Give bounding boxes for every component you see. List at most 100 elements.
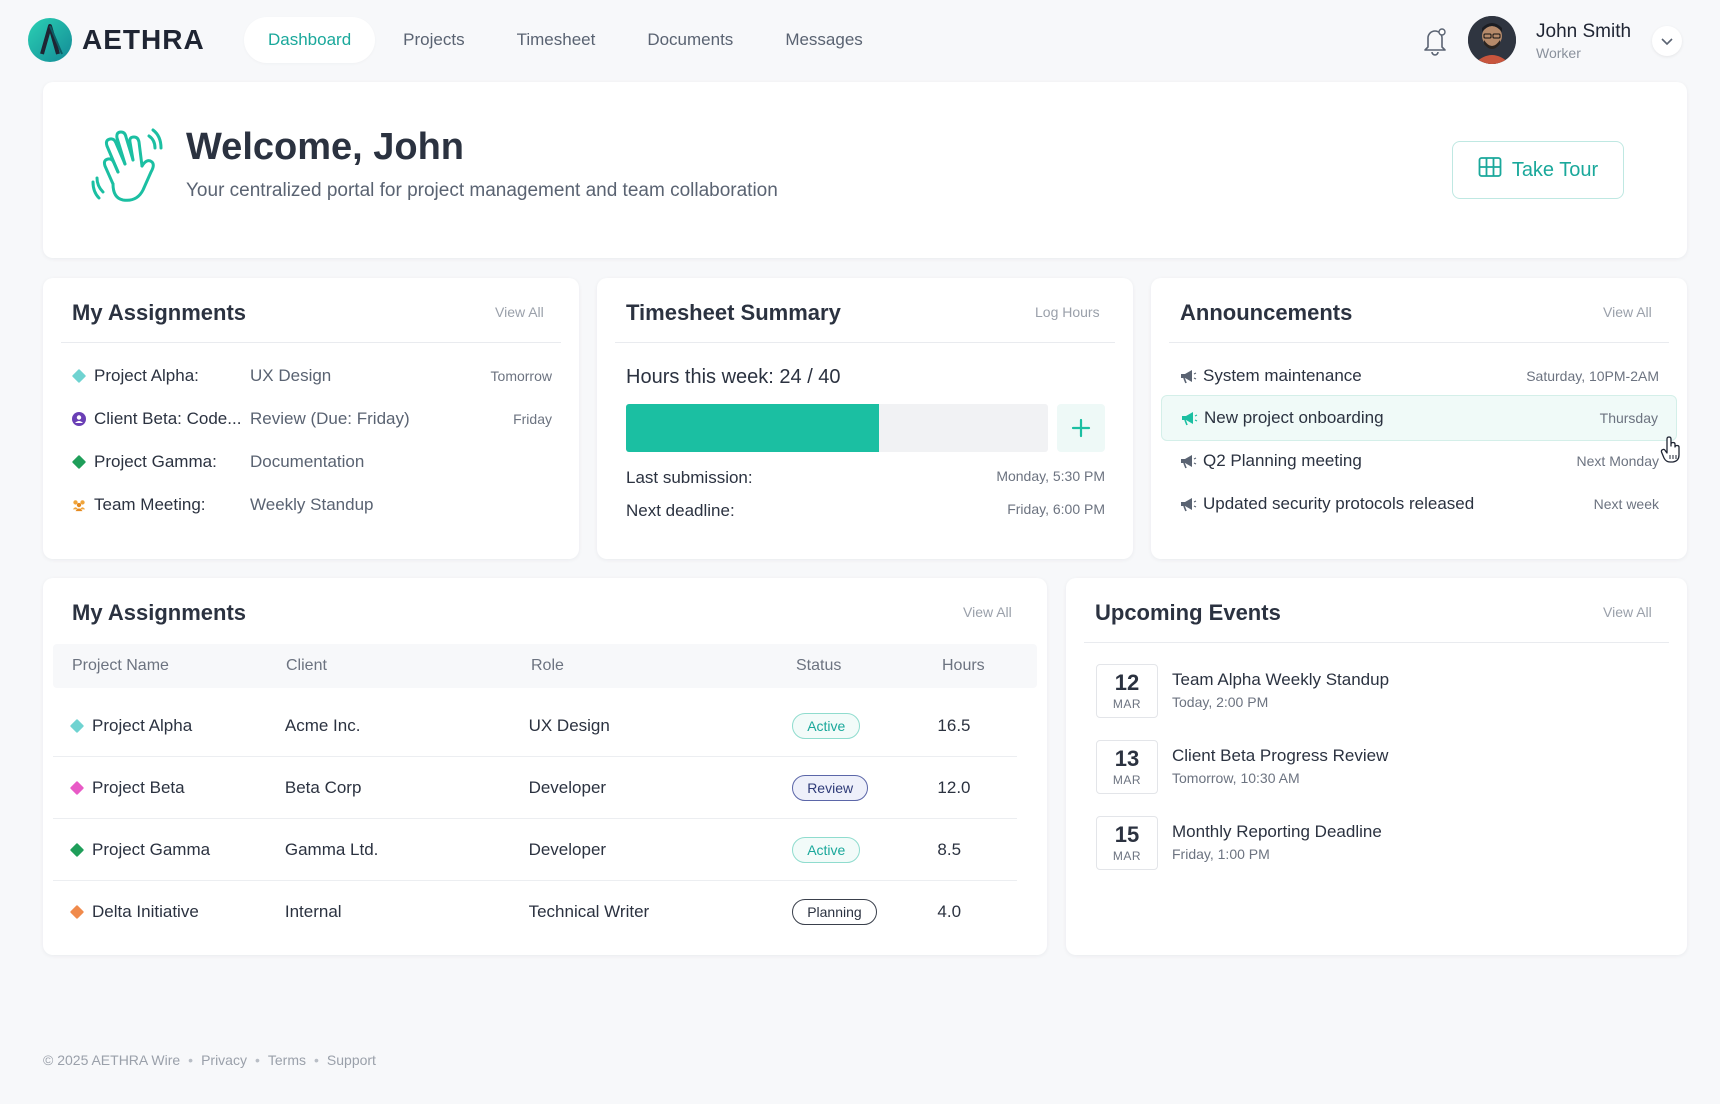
project-cell: Project Gamma (53, 840, 285, 860)
event-month: MAR (1112, 773, 1142, 787)
project-cell: Project Alpha (53, 716, 285, 736)
diamond-icon (69, 718, 85, 733)
team-icon (72, 498, 86, 512)
event-item[interactable]: 12 MAR Team Alpha Weekly Standup Today, … (1096, 664, 1656, 718)
avatar[interactable] (1468, 16, 1516, 64)
event-date: 12 MAR (1096, 664, 1158, 718)
assignments-table-card: My Assignments View All Project Name Cli… (43, 578, 1047, 955)
my-assignments-card: My Assignments View All Project Alpha: U… (43, 278, 579, 559)
plus-icon[interactable] (1057, 404, 1105, 452)
hours-this-week: Hours this week: 24 / 40 (626, 366, 841, 388)
announcement-text: Updated security protocols released (1203, 494, 1475, 513)
assignment-name: Client Beta: Code... (94, 409, 242, 428)
brand[interactable]: AETHRA (28, 18, 205, 62)
waving-hand-icon (91, 126, 163, 206)
status-cell: Planning (792, 899, 937, 925)
separator: • (188, 1052, 194, 1068)
table-row[interactable]: Project Beta Beta Corp Developer Review … (53, 757, 1017, 819)
status-badge: Active (792, 712, 861, 739)
column-header[interactable]: Role (531, 657, 796, 675)
project-cell: Delta Initiative (53, 902, 285, 922)
project-cell: Project Beta (53, 778, 285, 798)
role-cell: Technical Writer (528, 902, 650, 921)
announcement-text: System maintenance (1203, 366, 1362, 385)
list-item[interactable]: Project Alpha: UX Design Tomorrow (71, 361, 552, 391)
announcement-text: New project onboarding (1204, 408, 1384, 427)
announcement-time: Next week (1593, 496, 1659, 512)
event-day: 13 (1114, 746, 1140, 771)
event-item[interactable]: 15 MAR Monthly Reporting Deadline Friday… (1096, 816, 1656, 870)
assignment-task: Weekly Standup (250, 495, 374, 514)
assignment-due: Tomorrow (490, 368, 552, 384)
event-time: Friday, 1:00 PM (1172, 846, 1270, 862)
project-name: Project Alpha (92, 715, 193, 735)
bell-icon[interactable] (1420, 24, 1450, 56)
user-role: Worker (1536, 45, 1581, 61)
event-date: 15 MAR (1096, 816, 1158, 870)
next-deadline-row: Next deadline: Friday, 6:00 PM (626, 501, 1105, 521)
chevron-down-icon[interactable] (1652, 26, 1682, 56)
nav-dashboard[interactable]: Dashboard (244, 17, 376, 63)
event-item[interactable]: 13 MAR Client Beta Progress Review Tomor… (1096, 740, 1656, 794)
announcements-card: Announcements View All System maintenanc… (1151, 278, 1687, 559)
view-all-link[interactable]: View All (963, 604, 1012, 620)
take-tour-button[interactable]: Take Tour (1452, 141, 1624, 199)
table-row[interactable]: Project Alpha Acme Inc. UX Design Active… (53, 695, 1017, 757)
megaphone-icon (1179, 368, 1197, 384)
welcome-banner: Welcome, John Your centralized portal fo… (43, 82, 1687, 258)
status-cell: Review (792, 774, 937, 801)
announcement-text: Q2 Planning meeting (1203, 451, 1362, 470)
take-tour-label: Take Tour (1511, 158, 1599, 181)
view-all-link[interactable]: View All (495, 304, 544, 320)
footer-link-privacy[interactable]: Privacy (201, 1052, 247, 1068)
column-header[interactable]: Status (796, 657, 942, 675)
nav-messages[interactable]: Messages (761, 17, 886, 63)
card-title: My Assignments (72, 300, 247, 325)
separator: • (314, 1052, 319, 1068)
log-hours-link[interactable]: Log Hours (1035, 304, 1100, 320)
assignment-task: Documentation (250, 452, 365, 471)
status-badge: Review (792, 774, 869, 801)
table-row[interactable]: Project Gamma Gamma Ltd. Developer Activ… (53, 819, 1017, 881)
table-row[interactable]: Delta Initiative Internal Technical Writ… (53, 881, 1017, 943)
status-cell: Active (792, 712, 937, 739)
assignment-name: Project Alpha: (94, 366, 199, 385)
nav-timesheet[interactable]: Timesheet (493, 17, 620, 63)
column-header[interactable]: Hours (942, 657, 1022, 675)
main-nav: Dashboard Projects Timesheet Documents M… (244, 17, 887, 63)
nav-documents[interactable]: Documents (623, 17, 757, 63)
footer-link-support[interactable]: Support (327, 1052, 376, 1068)
announcement-item[interactable]: New project onboarding Thursday (1161, 395, 1677, 441)
diamond-icon (69, 780, 85, 795)
project-name: Delta Initiative (92, 902, 199, 921)
megaphone-icon (1179, 496, 1197, 512)
role-cell: Developer (528, 777, 607, 797)
assignment-task: Review (Due: Friday) (250, 409, 410, 428)
event-time: Today, 2:00 PM (1172, 694, 1269, 710)
list-item[interactable]: Team Meeting: Weekly Standup (72, 490, 552, 520)
announcement-item[interactable]: Updated security protocols released Next… (1161, 481, 1677, 527)
nav-projects[interactable]: Projects (379, 17, 488, 63)
copyright: © 2025 AETHRA Wire (43, 1052, 181, 1068)
column-header[interactable]: Client (286, 657, 531, 675)
megaphone-icon (1180, 410, 1198, 426)
role-cell: Developer (528, 839, 607, 859)
list-item[interactable]: Project Gamma: Documentation (71, 447, 552, 477)
client-cell: Beta Corp (284, 777, 362, 797)
client-cell: Internal (284, 902, 342, 921)
last-submission-row: Last submission: Monday, 5:30 PM (626, 468, 1105, 488)
status-badge: Active (792, 836, 861, 863)
person-icon (72, 412, 86, 426)
view-all-link[interactable]: View All (1603, 304, 1652, 320)
card-title: Timesheet Summary (626, 300, 841, 325)
list-item[interactable]: Client Beta: Code... Review (Due: Friday… (72, 404, 552, 434)
announcement-item[interactable]: Q2 Planning meeting Next Monday (1161, 438, 1677, 484)
footer-link-terms[interactable]: Terms (268, 1052, 306, 1068)
view-all-link[interactable]: View All (1603, 604, 1652, 620)
status-cell: Active (792, 836, 937, 863)
column-header[interactable]: Project Name (53, 657, 286, 675)
announcement-item[interactable]: System maintenance Saturday, 10PM-2AM (1161, 353, 1677, 399)
timesheet-summary-card: Timesheet Summary Log Hours Hours this w… (597, 278, 1133, 559)
table-header: Project Name Client Role Status Hours (53, 644, 1037, 688)
diamond-icon (71, 368, 87, 384)
